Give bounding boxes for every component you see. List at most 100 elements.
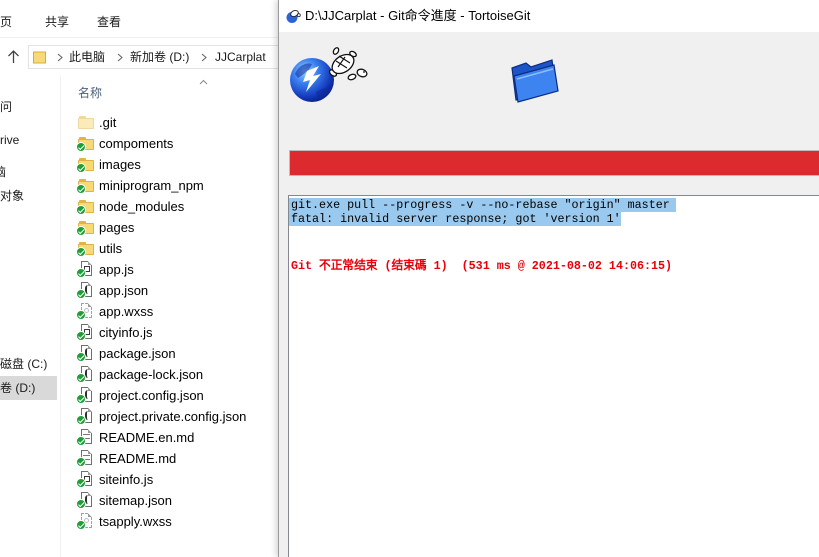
file-row[interactable]: app.json: [72, 280, 278, 301]
dialog-title: D:\JJCarplat - Git命令進度 - TortoiseGit: [305, 8, 531, 23]
file-name: siteinfo.js: [99, 472, 154, 487]
check-overlay-icon: [76, 499, 86, 509]
log-line-error: fatal: invalid server response; got 'ver…: [289, 212, 819, 226]
json-file-icon: [76, 492, 94, 509]
folder-icon: [76, 198, 94, 215]
file-row[interactable]: package-lock.json: [72, 364, 278, 385]
file-row[interactable]: app.wxss: [72, 301, 278, 322]
file-name: tsapply.wxss: [99, 514, 172, 529]
json-file-icon: [76, 408, 94, 425]
check-overlay-icon: [76, 520, 86, 530]
chevron-right-icon[interactable]: [117, 53, 123, 62]
file-row[interactable]: sitemap.json: [72, 490, 278, 511]
sidebar-item-drive-d[interactable]: 卷 (D:): [0, 380, 35, 396]
check-overlay-icon: [76, 184, 86, 194]
file-row[interactable]: miniprogram_npm: [72, 175, 278, 196]
folder-icon: [78, 114, 94, 130]
breadcrumb-jjcarplat[interactable]: JJCarplat: [215, 49, 266, 65]
file-row[interactable]: compoments: [72, 133, 278, 154]
log-output[interactable]: git.exe pull --progress -v --no-rebase "…: [288, 195, 819, 557]
file-name: images: [99, 157, 141, 172]
globe-turtle-icon: [290, 47, 368, 102]
chevron-right-icon[interactable]: [201, 53, 207, 62]
ribbon-tab-share[interactable]: 共享: [45, 14, 69, 30]
check-overlay-icon: [76, 310, 86, 320]
file-row[interactable]: project.private.config.json: [72, 406, 278, 427]
file-name: README.en.md: [99, 430, 195, 445]
file-row[interactable]: app.js: [72, 259, 278, 280]
sidebar-item-drive-c[interactable]: 磁盘 (C:): [0, 356, 47, 372]
file-name: pages: [99, 220, 135, 235]
file-name: project.private.config.json: [99, 409, 247, 424]
sidebar-item-this-pc[interactable]: 脑: [0, 164, 6, 180]
breadcrumb-this-pc[interactable]: 此电脑: [69, 49, 105, 65]
sidebar-item-quick-access[interactable]: 问: [0, 99, 12, 115]
js-file-icon: [76, 324, 94, 341]
file-name: project.config.json: [99, 388, 204, 403]
file-name: app.wxss: [99, 304, 154, 319]
file-row[interactable]: node_modules: [72, 196, 278, 217]
ribbon-tab-home[interactable]: 页: [0, 14, 12, 30]
json-file-icon: [76, 387, 94, 404]
log-line-command: git.exe pull --progress -v --no-rebase "…: [289, 198, 819, 212]
file-name: package-lock.json: [99, 367, 204, 382]
column-header-name[interactable]: 名称: [78, 85, 102, 101]
file-row[interactable]: siteinfo.js: [72, 469, 278, 490]
check-overlay-icon: [76, 331, 86, 341]
folder-icon: [33, 51, 46, 64]
breadcrumb-drive-d[interactable]: 新加卷 (D:): [130, 49, 189, 65]
ribbon-tab-view[interactable]: 查看: [97, 14, 121, 30]
file-name: app.js: [99, 262, 134, 277]
file-name: node_modules: [99, 199, 185, 214]
sidebar-item-3d-objects[interactable]: 对象: [0, 188, 24, 204]
chevron-right-icon[interactable]: [57, 53, 63, 62]
check-overlay-icon: [76, 457, 86, 467]
file-row[interactable]: cityinfo.js: [72, 322, 278, 343]
progress-bar: [289, 150, 819, 176]
folder-icon: [76, 135, 94, 152]
log-error-text: fatal: invalid server response; got 'ver…: [289, 212, 621, 226]
md-file-icon: [76, 450, 94, 467]
up-arrow-icon[interactable]: [7, 50, 20, 64]
file-list: .git compoments images miniprogram_npm n…: [72, 112, 278, 532]
js-file-icon: [76, 471, 94, 488]
check-overlay-icon: [76, 415, 86, 425]
file-name: compoments: [99, 136, 174, 151]
sort-ascending-icon: [199, 79, 208, 85]
ribbon-divider: [0, 37, 278, 38]
log-command-text: git.exe pull --progress -v --no-rebase "…: [289, 198, 676, 212]
tortoisegit-progress-dialog[interactable]: D:\JJCarplat - Git命令進度 - TortoiseGit git…: [278, 0, 819, 557]
file-row[interactable]: tsapply.wxss: [72, 511, 278, 532]
check-overlay-icon: [76, 163, 86, 173]
folder-icon: [76, 219, 94, 236]
folder-icon: [76, 240, 94, 257]
check-overlay-icon: [76, 478, 86, 488]
file-row[interactable]: .git: [72, 112, 278, 133]
dialog-title-bar[interactable]: D:\JJCarplat - Git命令進度 - TortoiseGit: [279, 0, 819, 32]
file-row[interactable]: README.en.md: [72, 427, 278, 448]
file-row[interactable]: pages: [72, 217, 278, 238]
file-row[interactable]: utils: [72, 238, 278, 259]
file-row[interactable]: project.config.json: [72, 385, 278, 406]
check-overlay-icon: [76, 268, 86, 278]
check-overlay-icon: [76, 205, 86, 215]
json-file-icon: [76, 366, 94, 383]
file-name: sitemap.json: [99, 493, 172, 508]
nav-pane-divider: [60, 75, 61, 557]
file-name: utils: [99, 241, 123, 256]
md-file-icon: [76, 429, 94, 446]
file-name: package.json: [99, 346, 176, 361]
check-overlay-icon: [76, 352, 86, 362]
folder-icon: [76, 177, 94, 194]
file-name: .git: [99, 115, 117, 130]
folder-icon: [76, 156, 94, 173]
folder-icon: [511, 59, 559, 103]
file-name: app.json: [99, 283, 149, 298]
sidebar-item-onedrive[interactable]: rive: [0, 132, 19, 148]
file-row[interactable]: README.md: [72, 448, 278, 469]
file-row[interactable]: package.json: [72, 343, 278, 364]
file-name: miniprogram_npm: [99, 178, 204, 193]
file-row[interactable]: images: [72, 154, 278, 175]
check-overlay-icon: [76, 436, 86, 446]
check-overlay-icon: [76, 247, 86, 257]
